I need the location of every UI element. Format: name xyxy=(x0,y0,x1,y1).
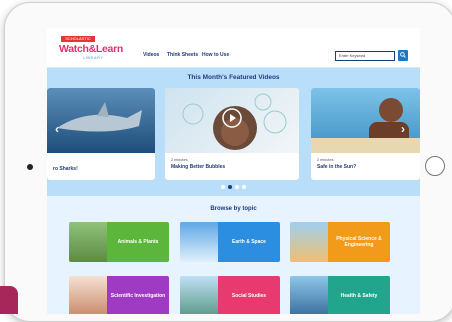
featured-videos-section: This Month's Featured Videos ro Sharks! … xyxy=(47,68,420,196)
video-title: ro Sharks! xyxy=(53,166,78,172)
topic-social-studies[interactable]: Social Studies xyxy=(180,276,280,314)
search-input[interactable]: Enter Keyword xyxy=(335,51,395,61)
browse-title: Browse by topic xyxy=(210,206,257,212)
topic-physical-science-engineering[interactable]: Physical Science & Engineering xyxy=(290,222,390,262)
video-title: Making Better Bubbles xyxy=(171,164,226,170)
topic-image xyxy=(180,222,218,262)
nav-think-sheets[interactable]: Think Sheets xyxy=(167,52,198,58)
carousel-dot-active[interactable] xyxy=(228,185,232,189)
topic-label: Animals & Plants xyxy=(107,222,169,262)
video-thumbnail xyxy=(47,88,155,153)
video-title: Safe in the Sun? xyxy=(317,164,357,170)
video-card[interactable]: ro Sharks! xyxy=(47,88,155,180)
carousel-dot[interactable] xyxy=(221,185,225,189)
logo-brand: SCHOLASTIC xyxy=(61,36,95,42)
nav-how-to-use[interactable]: How to Use xyxy=(202,52,229,58)
topic-image xyxy=(69,276,107,314)
featured-title: This Month's Featured Videos xyxy=(187,74,280,81)
background-decoration xyxy=(0,286,18,314)
video-card[interactable]: 2 minutes Making Better Bubbles xyxy=(165,88,299,180)
logo[interactable]: SCHOLASTIC Watch&Learn LIBRARY xyxy=(59,36,129,62)
search-icon xyxy=(400,52,406,58)
topic-image xyxy=(290,222,328,262)
play-icon[interactable] xyxy=(222,108,242,128)
topic-health-safety[interactable]: Health & Safety xyxy=(290,276,390,314)
topic-animals-plants[interactable]: Animals & Plants xyxy=(69,222,169,262)
topic-label: Social Studies xyxy=(218,276,280,314)
carousel-dot[interactable] xyxy=(235,185,239,189)
sun-safety-image xyxy=(311,98,420,153)
next-slide-button[interactable]: › xyxy=(401,122,405,136)
prev-slide-button[interactable]: ‹ xyxy=(55,122,59,136)
topic-image xyxy=(290,276,328,314)
video-thumbnail xyxy=(311,88,420,153)
logo-title: Watch&Learn xyxy=(59,43,123,55)
search-button[interactable] xyxy=(398,50,408,61)
topic-label: Physical Science & Engineering xyxy=(328,222,390,262)
app-screen: SCHOLASTIC Watch&Learn LIBRARY Videos Th… xyxy=(47,28,420,314)
topic-label: Health & Safety xyxy=(328,276,390,314)
video-duration: 2 minutes xyxy=(171,158,188,162)
nav-videos[interactable]: Videos xyxy=(143,52,159,58)
topic-earth-space[interactable]: Earth & Space xyxy=(180,222,280,262)
topic-image xyxy=(69,222,107,262)
shark-image xyxy=(57,102,142,132)
topic-scientific-investigation[interactable]: Scientific Investigation xyxy=(69,276,169,314)
carousel-dots xyxy=(221,185,246,189)
home-button[interactable] xyxy=(425,156,445,176)
camera-icon xyxy=(27,164,33,170)
logo-subtitle: LIBRARY xyxy=(83,55,104,60)
carousel-dot[interactable] xyxy=(242,185,246,189)
topic-label: Scientific Investigation xyxy=(107,276,169,314)
video-duration: 2 minutes xyxy=(317,158,334,162)
header: SCHOLASTIC Watch&Learn LIBRARY Videos Th… xyxy=(47,28,420,68)
topic-label: Earth & Space xyxy=(218,222,280,262)
topic-image xyxy=(180,276,218,314)
